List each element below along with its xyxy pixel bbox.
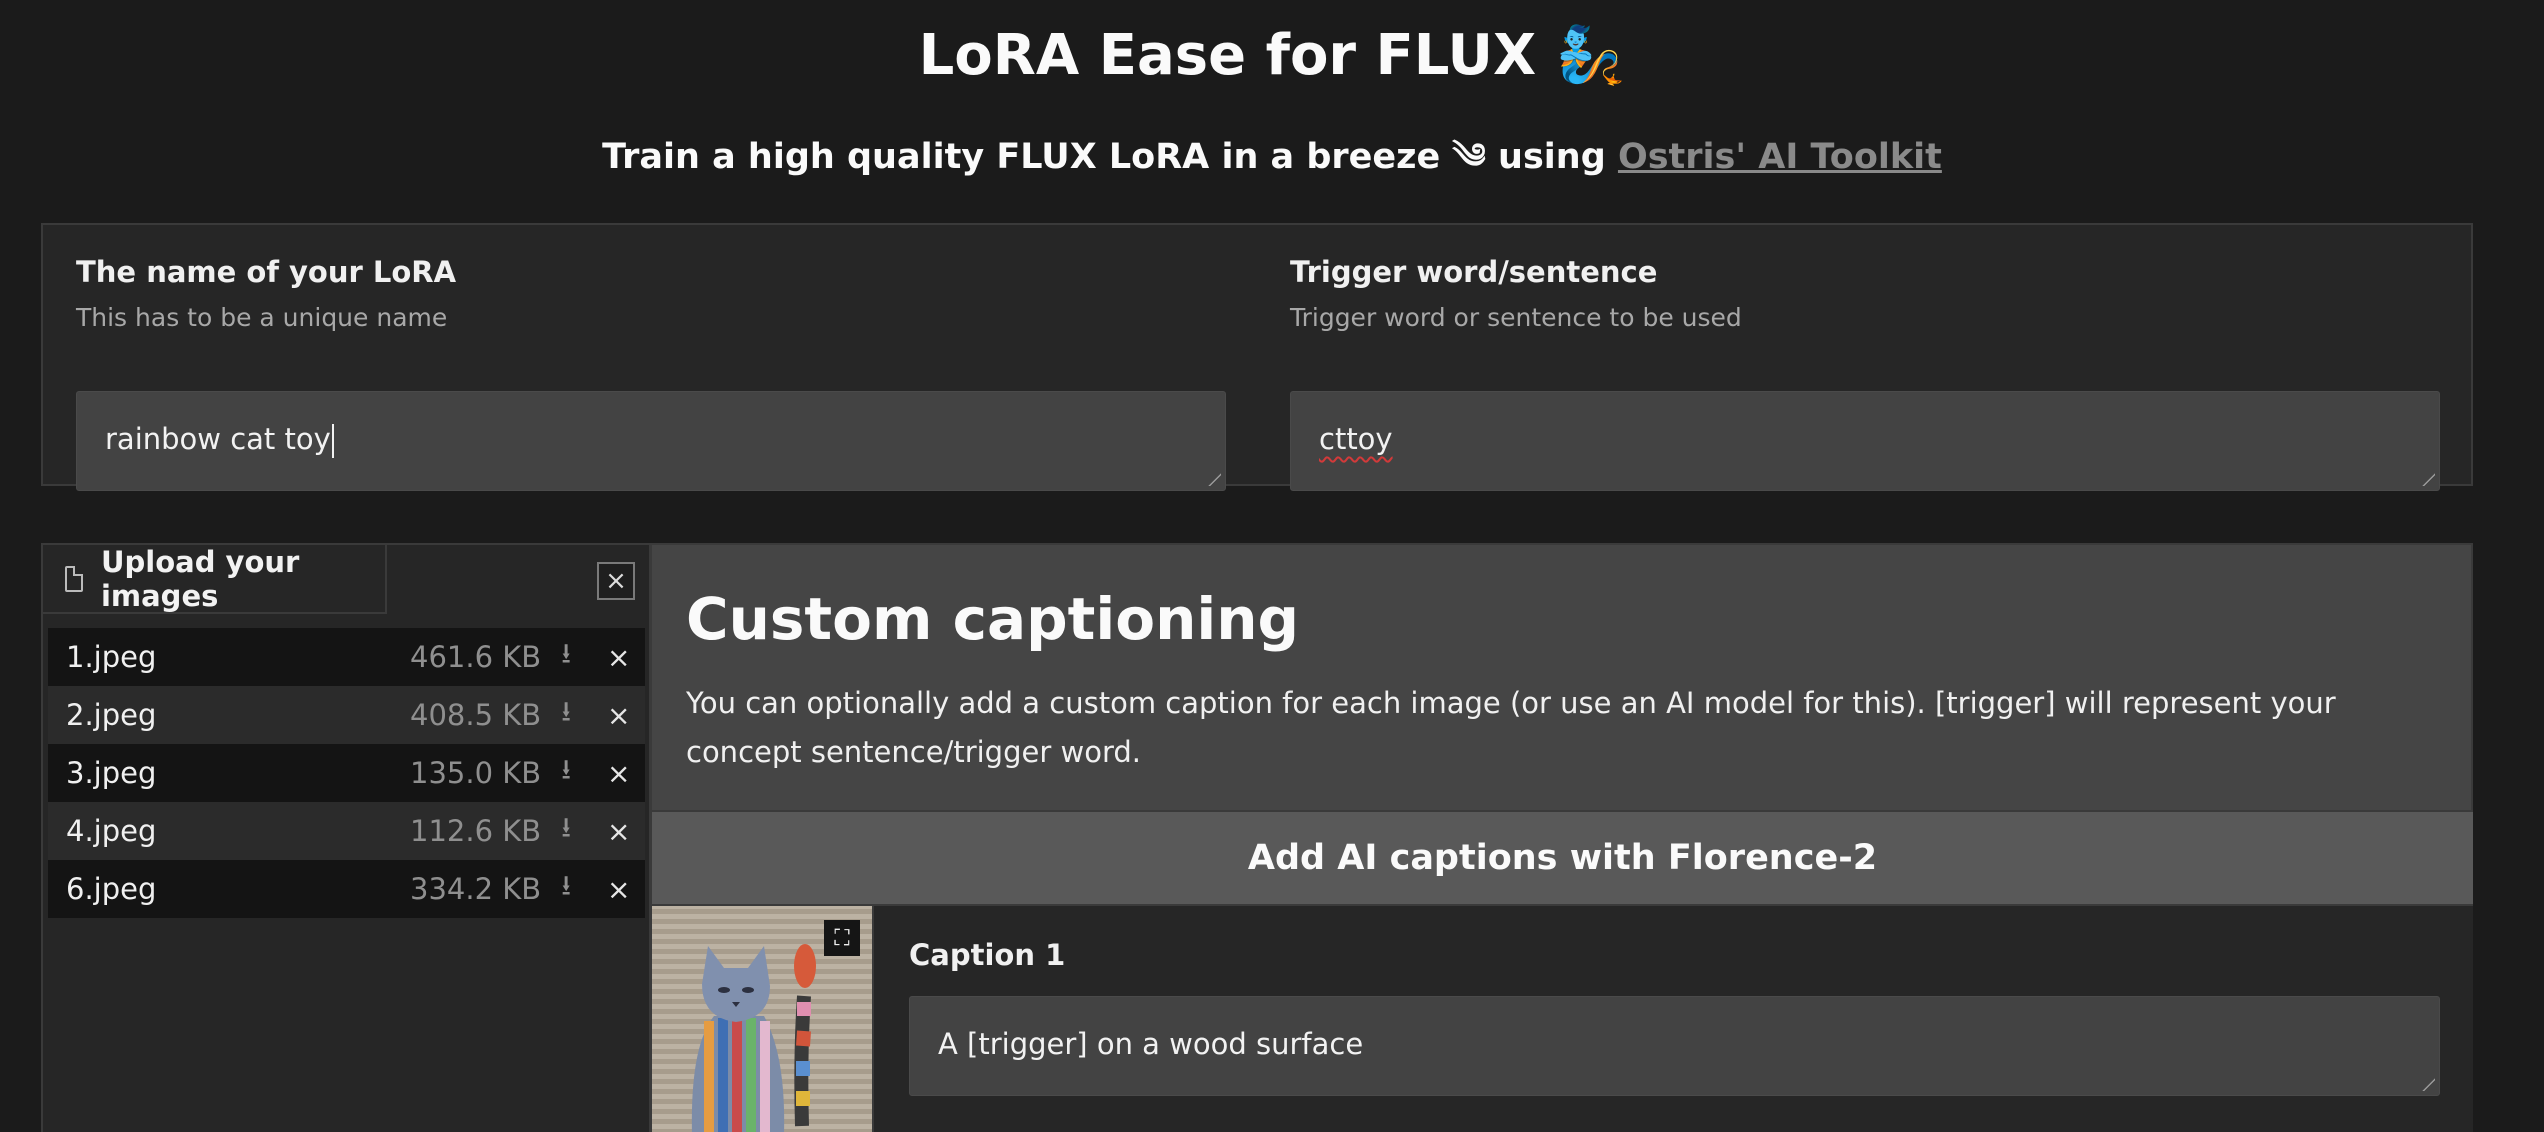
file-name: 6.jpeg xyxy=(66,872,157,906)
remove-file-button[interactable]: × xyxy=(607,641,630,674)
page-title: LoRA Ease for FLUX 🧞 xyxy=(918,23,1626,88)
file-row: 1.jpeg 461.6 KB ⭳ × xyxy=(48,628,645,686)
file-size: 112.6 KB xyxy=(410,814,542,848)
file-size: 334.2 KB xyxy=(410,872,542,906)
remove-file-button[interactable]: × xyxy=(607,873,630,906)
image-upload-panel: Upload your images × 1.jpeg 461.6 KB ⭳ ×… xyxy=(41,543,651,1132)
file-size: 408.5 KB xyxy=(410,698,542,732)
lora-name-info: This has to be a unique name xyxy=(76,303,448,332)
file-name: 2.jpeg xyxy=(66,698,157,732)
download-icon[interactable]: ⭳ xyxy=(561,691,571,739)
ostris-toolkit-link[interactable]: Ostris' AI Toolkit xyxy=(1618,137,1942,177)
image-thumbnail[interactable]: ⛶ xyxy=(652,906,874,1132)
file-size: 135.0 KB xyxy=(410,756,542,790)
download-icon[interactable]: ⭳ xyxy=(561,633,571,681)
file-row: 3.jpeg 135.0 KB ⭳ × xyxy=(48,744,645,802)
lora-name-field: The name of your LoRA This has to be a u… xyxy=(76,255,1226,491)
file-size: 461.6 KB xyxy=(410,640,542,674)
lora-name-label: The name of your LoRA xyxy=(76,255,457,289)
lora-settings-panel: The name of your LoRA This has to be a u… xyxy=(41,223,2473,491)
text-cursor xyxy=(331,424,334,458)
caption-label: Caption 1 xyxy=(909,938,1066,972)
page-subtitle: Train a high quality FLUX LoRA in a bree… xyxy=(0,118,2544,216)
file-name: 3.jpeg xyxy=(66,756,157,790)
custom-captioning-panel: Custom captioning You can optionally add… xyxy=(650,543,2473,1132)
app-page: LoRA Ease for FLUX 🧞 Train a high qualit… xyxy=(0,0,2544,1132)
trigger-word-input[interactable]: cttoy xyxy=(1290,391,2440,491)
caption-row: ⛶ Caption 1 A [trigger] on a wood surfac… xyxy=(652,906,2473,1132)
lora-name-value: rainbow cat toy xyxy=(105,422,331,456)
subtitle-text: Train a high quality FLUX LoRA in a bree… xyxy=(602,137,1618,177)
download-icon[interactable]: ⭳ xyxy=(561,749,571,797)
file-name: 1.jpeg xyxy=(66,640,157,674)
download-icon[interactable]: ⭳ xyxy=(561,807,571,855)
resize-grip-icon[interactable] xyxy=(1207,472,1221,486)
caption-value: A [trigger] on a wood surface xyxy=(938,1027,1364,1061)
captioning-heading: Custom captioning xyxy=(686,585,1300,653)
upload-images-tab[interactable]: Upload your images xyxy=(43,545,387,614)
remove-file-button[interactable]: × xyxy=(607,815,630,848)
file-row: 2.jpeg 408.5 KB ⭳ × xyxy=(48,686,645,744)
resize-grip-icon[interactable] xyxy=(2421,1077,2435,1091)
file-list: 1.jpeg 461.6 KB ⭳ × 2.jpeg 408.5 KB ⭳ × … xyxy=(48,628,645,918)
file-name: 4.jpeg xyxy=(66,814,157,848)
caption-input[interactable]: A [trigger] on a wood surface xyxy=(909,996,2440,1096)
trigger-word-info: Trigger word or sentence to be used xyxy=(1290,303,1742,332)
file-icon xyxy=(65,565,83,592)
file-row: 6.jpeg 334.2 KB ⭳ × xyxy=(48,860,645,918)
file-row: 4.jpeg 112.6 KB ⭳ × xyxy=(48,802,645,860)
lora-name-input[interactable]: rainbow cat toy xyxy=(76,391,1226,491)
remove-file-button[interactable]: × xyxy=(607,699,630,732)
trigger-word-label: Trigger word/sentence xyxy=(1290,255,1658,289)
resize-grip-icon[interactable] xyxy=(2421,472,2435,486)
fullscreen-icon[interactable]: ⛶ xyxy=(824,920,860,956)
download-icon[interactable]: ⭳ xyxy=(561,865,571,913)
trigger-word-value: cttoy xyxy=(1319,422,1393,456)
captioning-description: You can optionally add a custom caption … xyxy=(686,686,2336,769)
add-ai-captions-button[interactable]: Add AI captions with Florence-2 xyxy=(652,810,2473,906)
clear-files-button[interactable]: × xyxy=(597,562,635,600)
upload-images-label: Upload your images xyxy=(100,544,300,613)
trigger-word-field: Trigger word/sentence Trigger word or se… xyxy=(1290,255,2440,491)
remove-file-button[interactable]: × xyxy=(607,757,630,790)
